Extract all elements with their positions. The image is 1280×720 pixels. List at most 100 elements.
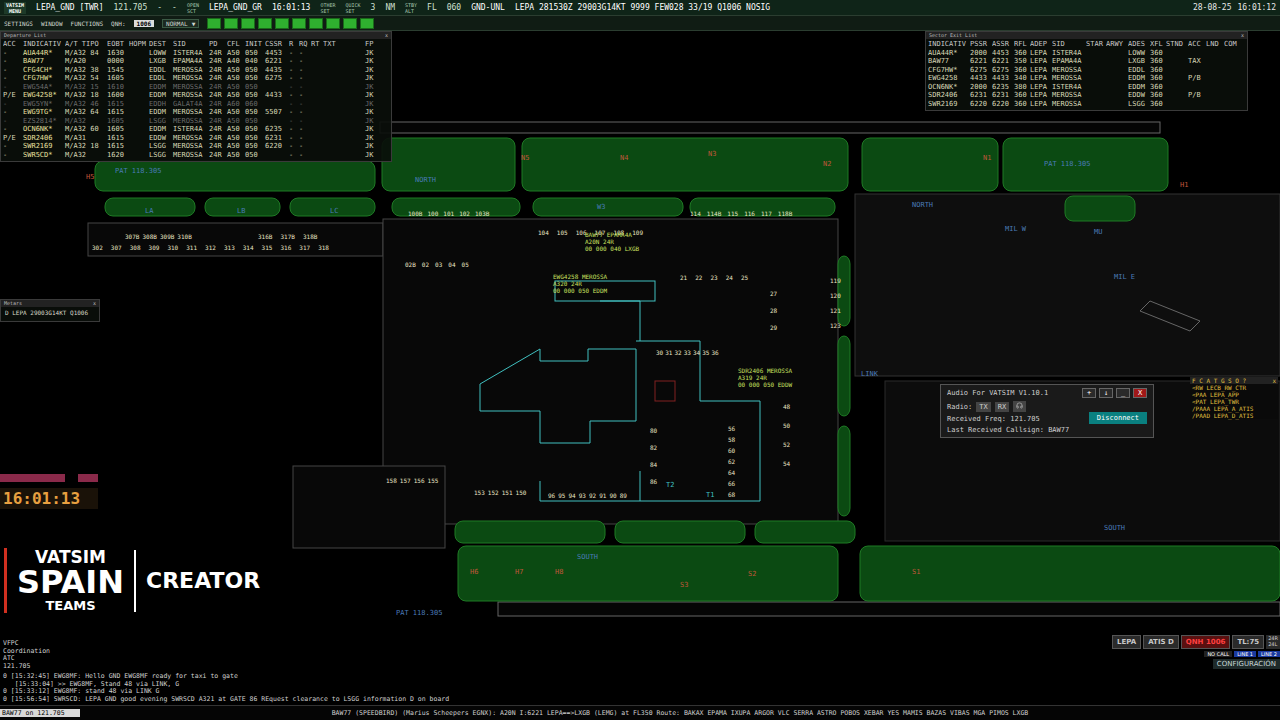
header-cell[interactable]: COM <box>1224 40 1240 49</box>
stand-label[interactable]: 54 <box>783 460 790 467</box>
stand-label[interactable]: 158 <box>386 477 397 484</box>
toggle-button[interactable] <box>326 18 340 29</box>
stand-label[interactable]: 24 <box>726 274 733 281</box>
stand-label[interactable]: 52 <box>783 441 790 448</box>
chat-channel[interactable]: VFPC <box>3 640 703 648</box>
header-cell[interactable]: RT <box>311 40 321 49</box>
departure-list-window[interactable]: Departure ListxACCINDICATIVA/T TIPOEOBTH… <box>0 31 392 162</box>
stand-label[interactable]: 91 <box>599 492 606 499</box>
header-cell[interactable]: A/T TIPO <box>65 40 105 49</box>
stand-label[interactable]: 31 <box>665 349 672 356</box>
header-cell[interactable]: ADES <box>1128 40 1148 49</box>
stand-label[interactable]: 66 <box>728 480 735 487</box>
stand-label[interactable]: 56 <box>728 425 735 432</box>
menu-item[interactable]: FUNCTIONS <box>71 20 104 27</box>
close-icon[interactable]: x <box>93 300 96 307</box>
header-cell[interactable]: INDICATIV <box>23 40 63 49</box>
toggle-button[interactable] <box>292 18 306 29</box>
stand-label[interactable]: 109 <box>632 229 643 236</box>
profile-dropdown[interactable]: NORMAL▼ <box>162 19 199 28</box>
header-cell[interactable]: R <box>289 40 297 49</box>
stand-label[interactable]: 314 <box>243 244 254 251</box>
stand-label[interactable]: 114 <box>690 210 701 217</box>
flight-tag[interactable]: EWG4258 MEROSSAA320 24R00 000 050 EDDM <box>553 273 607 294</box>
stand-label[interactable]: 310 <box>167 244 178 251</box>
list-row[interactable]: AUA44R*20004453360LEPAISTER4ALOWW360 <box>928 49 1245 58</box>
list-row[interactable]: -EWG54A*M/A32 151610EDDMMEROSSA24RA50050… <box>3 83 389 92</box>
stby-alt-button[interactable]: STBYALT <box>405 2 417 14</box>
stand-label[interactable]: 313 <box>224 244 235 251</box>
toggle-button[interactable] <box>207 18 221 29</box>
header-cell[interactable]: ASSR <box>992 40 1012 49</box>
stand-label[interactable]: 317 <box>299 244 310 251</box>
header-cell[interactable]: DEST <box>149 40 171 49</box>
stand-label[interactable]: 27 <box>770 290 777 297</box>
menu-item[interactable]: SETTINGS <box>4 20 33 27</box>
set-button[interactable]: QUICKSET <box>346 2 361 14</box>
stand-label[interactable]: 28 <box>770 307 777 314</box>
header-cell[interactable]: SID <box>173 40 207 49</box>
stand-label[interactable]: 96 <box>548 492 555 499</box>
stand-label[interactable]: 02B <box>405 261 416 268</box>
stand-label[interactable]: 32 <box>674 349 681 356</box>
stand-label[interactable]: 29 <box>770 324 777 331</box>
stand-label[interactable]: 89 <box>620 492 627 499</box>
header-cell[interactable]: ARWY <box>1106 40 1126 49</box>
radar-map[interactable]: H5N5N4N3N2N1H1LALBLCW3NORTHNORTHPAT 118.… <box>0 31 1280 705</box>
close-icon[interactable]: x <box>385 32 388 39</box>
header-cell[interactable]: FP <box>365 40 377 49</box>
stand-label[interactable]: 30 <box>656 349 663 356</box>
list-row[interactable]: EWG425844334433340LEPAMEROSSAEDDM360P/B <box>928 74 1245 83</box>
stand-label[interactable]: 82 <box>650 444 657 451</box>
stand-label[interactable]: 36 <box>711 349 718 356</box>
frequency-label[interactable]: 121.705 <box>114 3 148 12</box>
list-row[interactable]: P/ESDR2406M/A311615EDDWMEROSSA24RA500506… <box>3 134 389 143</box>
controller-entry[interactable]: <RW LECB_RW_CTR <box>1190 384 1278 391</box>
line-button[interactable]: LINE 2 <box>1258 651 1280 657</box>
stand-label[interactable]: 119 <box>830 277 841 284</box>
list-row[interactable]: SWR216962206220360LEPAMEROSSALSGG360 <box>928 100 1245 109</box>
stand-label[interactable]: 22 <box>695 274 702 281</box>
stand-label[interactable]: 80 <box>650 427 657 434</box>
stand-label[interactable]: 68 <box>728 491 735 498</box>
header-cell[interactable]: TXT <box>323 40 363 49</box>
config-button[interactable]: CONFIGURACIÓN <box>1213 659 1280 669</box>
stand-label[interactable]: 21 <box>680 274 687 281</box>
header-cell[interactable]: ACC <box>3 40 21 49</box>
header-cell[interactable]: PSSR <box>970 40 990 49</box>
stand-label[interactable]: 316 <box>280 244 291 251</box>
sector-exit-window[interactable]: Sector Exit ListxINDICATIVPSSRASSRRFLADE… <box>925 31 1248 111</box>
chat-channel[interactable]: ATC <box>3 655 703 663</box>
header-cell[interactable]: RQ <box>299 40 309 49</box>
tx-button[interactable]: TX <box>976 402 990 412</box>
stand-label[interactable]: 315 <box>262 244 273 251</box>
header-cell[interactable]: SID <box>1052 40 1084 49</box>
stand-label[interactable]: 50 <box>783 422 790 429</box>
stand-label[interactable]: 302 <box>92 244 103 251</box>
stand-label[interactable]: 310B <box>177 233 191 240</box>
header-cell[interactable]: PD <box>209 40 225 49</box>
stand-label[interactable]: 92 <box>589 492 596 499</box>
stand-label[interactable]: 157 <box>400 477 411 484</box>
stand-label[interactable]: 123 <box>830 322 841 329</box>
header-cell[interactable]: STND <box>1166 40 1186 49</box>
metar-window[interactable]: MetarsxD LEPA 29003G14KT Q1006 <box>0 299 100 322</box>
stand-label[interactable]: 309B <box>160 233 174 240</box>
stand-label[interactable]: 312 <box>205 244 216 251</box>
stand-label[interactable]: 84 <box>650 461 657 468</box>
list-row[interactable]: -CFG7HW*M/A32 541605EDDLMEROSSA24RA50050… <box>3 74 389 83</box>
header-cell[interactable]: XFL <box>1150 40 1164 49</box>
controller-entry[interactable]: <PAT LEPA_TWR <box>1190 398 1278 405</box>
stand-label[interactable]: 86 <box>650 478 657 485</box>
stand-label[interactable]: 58 <box>728 436 735 443</box>
toggle-button[interactable] <box>360 18 374 29</box>
toggle-button[interactable] <box>224 18 238 29</box>
stand-label[interactable]: 309 <box>149 244 160 251</box>
window-control-button[interactable]: X <box>1133 388 1147 398</box>
window-control-button[interactable]: + <box>1082 388 1096 398</box>
rx-button[interactable]: RX <box>995 402 1009 412</box>
stand-label[interactable]: 25 <box>741 274 748 281</box>
toggle-button[interactable] <box>343 18 357 29</box>
stand-label[interactable]: 04 <box>448 261 455 268</box>
list-row[interactable]: BAW7762216221350LEPAEPAMA4ALXGB360TAX <box>928 57 1245 66</box>
